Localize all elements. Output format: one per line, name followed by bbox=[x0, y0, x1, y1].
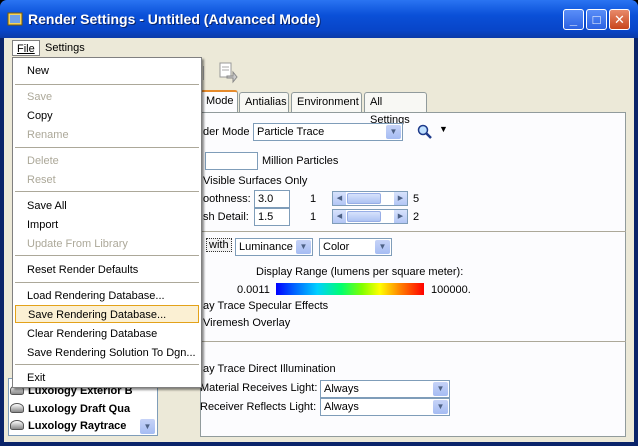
material-receives-label: Material Receives Light: bbox=[200, 382, 318, 394]
receiver-reflects-value: Always bbox=[324, 401, 359, 413]
render-mode-value: Particle Trace bbox=[257, 126, 325, 138]
particles-input[interactable] bbox=[205, 152, 258, 170]
database-icon bbox=[10, 420, 24, 430]
color-mode-value: Color bbox=[323, 241, 350, 253]
menu-item-save-rendering-database[interactable]: Save Rendering Database... bbox=[15, 305, 199, 323]
menu-item-exit[interactable]: Exit bbox=[15, 369, 199, 387]
maximize-button[interactable]: □ bbox=[586, 9, 607, 30]
menu-file[interactable]: File bbox=[12, 40, 40, 56]
mesh-detail-input[interactable]: 1.5 bbox=[254, 208, 290, 226]
file-menu-dropdown: New Save Copy Rename Delete Reset Save A… bbox=[12, 57, 202, 388]
display-mode-select[interactable]: Luminance ▼ bbox=[235, 238, 313, 256]
tab-mode[interactable]: Mode bbox=[200, 90, 238, 112]
menu-item-update-from-library[interactable]: Update From Library bbox=[15, 235, 199, 253]
smoothness-max: 5 bbox=[413, 193, 420, 205]
list-item[interactable]: Luxology Raytrace bbox=[10, 418, 150, 434]
million-particles-label: Million Particles bbox=[262, 155, 339, 167]
display-mode-value: Luminance bbox=[239, 241, 293, 253]
chevron-down-icon: ▼ bbox=[386, 125, 401, 139]
visible-surfaces-label: Visible Surfaces Only bbox=[203, 175, 308, 187]
menu-item-save-all[interactable]: Save All bbox=[15, 197, 199, 215]
range-min-value: 0.0011 bbox=[237, 284, 270, 296]
menu-item-rename[interactable]: Rename bbox=[15, 126, 199, 144]
menu-item-copy[interactable]: Copy bbox=[15, 107, 199, 125]
menu-item-clear-rendering-database[interactable]: Clear Rendering Database bbox=[15, 325, 199, 343]
ray-trace-direct-checkbox-label[interactable]: ay Trace Direct Illumination bbox=[203, 363, 336, 375]
database-icon bbox=[10, 403, 24, 413]
slider-thumb[interactable] bbox=[347, 193, 381, 204]
material-receives-select[interactable]: Always ▼ bbox=[320, 380, 450, 398]
menu-separator bbox=[15, 255, 199, 256]
mesh-detail-max: 2 bbox=[413, 211, 420, 223]
render-settings-app-icon bbox=[7, 12, 23, 26]
chevron-down-icon: ▼ bbox=[375, 240, 390, 254]
smoothness-slider[interactable]: ◀ ▶ bbox=[332, 191, 408, 206]
display-with-button[interactable]: with bbox=[206, 238, 232, 252]
chevron-down-icon: ▼ bbox=[296, 240, 311, 254]
receiver-reflects-select[interactable]: Always ▼ bbox=[320, 398, 450, 416]
chevron-down-icon: ▼ bbox=[433, 400, 448, 414]
smoothness-min: 1 bbox=[310, 193, 317, 205]
menu-item-new[interactable]: New bbox=[15, 62, 199, 80]
ray-trace-specular-checkbox-label[interactable]: ay Trace Specular Effects bbox=[203, 300, 328, 312]
close-button[interactable]: ✕ bbox=[609, 9, 630, 30]
menu-settings[interactable]: Settings bbox=[41, 40, 89, 56]
slider-left-arrow-icon[interactable]: ◀ bbox=[333, 192, 346, 205]
window-title: Render Settings - Untitled (Advanced Mod… bbox=[28, 11, 321, 27]
mesh-detail-min: 1 bbox=[310, 211, 317, 223]
range-max-value: 100000. bbox=[431, 284, 471, 296]
mesh-detail-label: sh Detail: bbox=[203, 211, 249, 223]
minimize-button[interactable]: _ bbox=[563, 9, 584, 30]
toolbar-separator bbox=[203, 66, 209, 80]
smoothness-label: oothness: bbox=[203, 193, 251, 205]
menu-item-delete[interactable]: Delete bbox=[15, 152, 199, 170]
menu-item-save-rendering-solution[interactable]: Save Rendering Solution To Dgn... bbox=[15, 344, 199, 362]
menu-item-reset-render-defaults[interactable]: Reset Render Defaults bbox=[15, 261, 199, 279]
list-item[interactable]: Luxology Draft Qua bbox=[10, 401, 150, 417]
material-receives-value: Always bbox=[324, 383, 359, 395]
title-bar[interactable]: Render Settings - Untitled (Advanced Mod… bbox=[0, 0, 638, 38]
section-divider bbox=[200, 341, 626, 342]
menu-separator bbox=[15, 147, 199, 148]
menu-item-load-rendering-database[interactable]: Load Rendering Database... bbox=[15, 287, 199, 305]
list-item-label: Luxology Raytrace bbox=[28, 420, 127, 432]
caret-down-icon[interactable]: ▼ bbox=[439, 124, 448, 134]
menu-bar bbox=[4, 38, 634, 58]
menu-separator bbox=[15, 282, 199, 283]
menu-file-label: File bbox=[17, 43, 35, 55]
display-range-label: Display Range (lumens per square meter): bbox=[256, 266, 464, 278]
mesh-detail-slider[interactable]: ◀ ▶ bbox=[332, 209, 408, 224]
magnifier-icon[interactable] bbox=[417, 124, 433, 140]
receiver-reflects-label: Receiver Reflects Light: bbox=[200, 401, 317, 413]
list-item-label: Luxology Draft Qua bbox=[28, 403, 131, 415]
render-mode-select[interactable]: Particle Trace ▼ bbox=[253, 123, 403, 141]
tab-all-settings[interactable]: All Settings bbox=[364, 92, 427, 126]
tab-environment[interactable]: Environment bbox=[291, 92, 362, 112]
smoothness-input[interactable]: 3.0 bbox=[254, 190, 290, 208]
chevron-down-icon: ▼ bbox=[433, 382, 448, 396]
section-divider bbox=[200, 231, 626, 232]
slider-right-arrow-icon[interactable]: ▶ bbox=[394, 192, 407, 205]
render-mode-label: der Mode bbox=[203, 126, 250, 138]
slider-thumb[interactable] bbox=[347, 211, 381, 222]
menu-item-save[interactable]: Save bbox=[15, 88, 199, 106]
color-mode-select[interactable]: Color ▼ bbox=[319, 238, 392, 256]
slider-right-arrow-icon[interactable]: ▶ bbox=[394, 210, 407, 223]
wiremesh-overlay-checkbox-label[interactable]: Viremesh Overlay bbox=[203, 317, 290, 329]
tab-antialias[interactable]: Antialias bbox=[239, 92, 289, 112]
menu-separator bbox=[15, 84, 199, 85]
menu-item-reset[interactable]: Reset bbox=[15, 171, 199, 189]
menu-item-import[interactable]: Import bbox=[15, 216, 199, 234]
luminance-spectrum-bar bbox=[276, 283, 424, 295]
menu-separator bbox=[15, 364, 199, 365]
import-database-icon[interactable] bbox=[217, 62, 239, 84]
menu-separator bbox=[15, 191, 199, 192]
slider-left-arrow-icon[interactable]: ◀ bbox=[333, 210, 346, 223]
chevron-down-icon[interactable]: ▼ bbox=[140, 419, 155, 434]
